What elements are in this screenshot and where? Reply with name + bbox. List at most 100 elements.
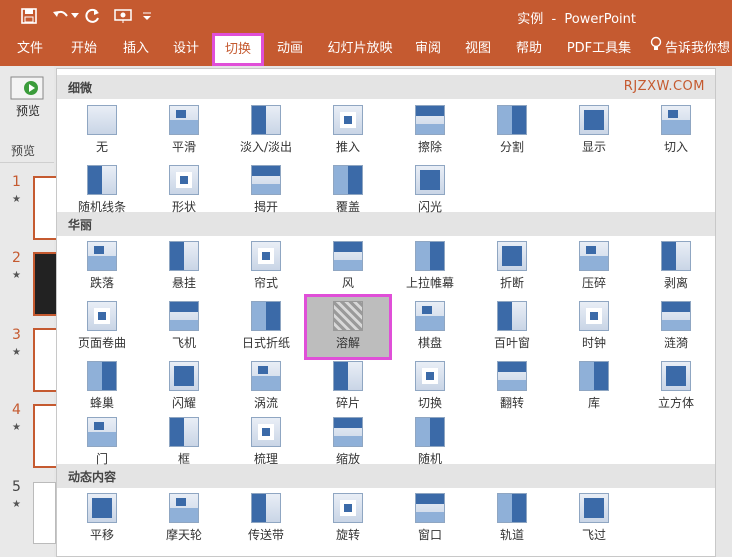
tab-home[interactable]: 开始 — [62, 33, 106, 66]
tab-slideshow[interactable]: 幻灯片放映 — [320, 33, 400, 66]
transition-label: 压碎 — [581, 276, 606, 290]
tab-animations[interactable]: 动画 — [268, 33, 312, 66]
transition-drape[interactable]: 悬挂 — [143, 237, 225, 297]
transition-flip[interactable]: 翻转 — [471, 357, 553, 417]
transition-glitter[interactable]: 闪耀 — [143, 357, 225, 417]
transition-push[interactable]: 推入 — [307, 101, 389, 161]
transition-fracture[interactable]: 折断 — [471, 237, 553, 297]
box-icon — [169, 417, 199, 447]
tab-file[interactable]: 文件 — [8, 33, 52, 66]
transition-page-curl[interactable]: 页面卷曲 — [61, 297, 143, 357]
slide-number: 2 — [12, 250, 21, 266]
transition-label: 棋盘 — [417, 336, 442, 350]
save-icon[interactable] — [18, 6, 40, 26]
transition-airplane[interactable]: 飞机 — [143, 297, 225, 357]
transition-curtains[interactable]: 帘式 — [225, 237, 307, 297]
transition-peel-off[interactable]: 剥离 — [635, 237, 717, 297]
transition-label: 折断 — [499, 276, 524, 290]
transition-dissolve[interactable]: 溶解 — [304, 294, 392, 360]
transition-honeycomb[interactable]: 蜂巢 — [61, 357, 143, 417]
undo-icon[interactable] — [50, 6, 72, 26]
transition-pan[interactable]: 平移 — [61, 489, 143, 549]
transition-label: 随机线条 — [77, 200, 126, 214]
customize-qat-icon[interactable] — [140, 6, 154, 26]
transition-flash[interactable]: 闪光 — [389, 161, 471, 221]
transition-shape[interactable]: 形状 — [143, 161, 225, 221]
slide-thumbnail[interactable] — [33, 482, 56, 544]
transition-label: 切换 — [417, 396, 442, 410]
lightbulb-icon — [650, 33, 662, 64]
title-bar: 实例 - PowerPoint — [0, 0, 732, 33]
transition-blinds[interactable]: 百叶窗 — [471, 297, 553, 357]
preview-group-label: 预览 — [11, 144, 36, 158]
tab-design[interactable]: 设计 — [164, 33, 208, 66]
tell-me-search[interactable]: 告诉我你想 — [650, 33, 732, 66]
transition-random[interactable]: 随机 — [389, 413, 471, 473]
transition-cube[interactable]: 立方体 — [635, 357, 717, 417]
transition-label: 碎片 — [335, 396, 360, 410]
slide-thumbnail[interactable] — [33, 404, 58, 468]
transition-ferris-wheel[interactable]: 摩天轮 — [143, 489, 225, 549]
transition-none[interactable]: 无 — [61, 101, 143, 161]
transition-fade[interactable]: 淡入/淡出 — [225, 101, 307, 161]
transition-label: 悬挂 — [171, 276, 196, 290]
transition-ripple[interactable]: 涟漪 — [635, 297, 717, 357]
transition-vortex[interactable]: 涡流 — [225, 357, 307, 417]
transition-conveyor[interactable]: 传送带 — [225, 489, 307, 549]
transition-box[interactable]: 框 — [143, 413, 225, 473]
preview-button[interactable]: 预览 — [6, 72, 50, 128]
transition-rotate[interactable]: 旋转 — [307, 489, 389, 549]
transition-label: 揭开 — [253, 200, 278, 214]
window-title: 实例 - PowerPoint — [517, 12, 636, 27]
present-from-start-icon[interactable] — [112, 6, 134, 26]
slide-number: 3 — [12, 327, 21, 343]
random-bars-icon — [87, 165, 117, 195]
tab-insert[interactable]: 插入 — [114, 33, 158, 66]
slide-thumbnail[interactable] — [33, 252, 58, 316]
transition-orbit[interactable]: 轨道 — [471, 489, 553, 549]
split-icon — [497, 105, 527, 135]
transition-clock[interactable]: 时钟 — [553, 297, 635, 357]
transition-random-bars[interactable]: 随机线条 — [61, 161, 143, 221]
transition-gallery[interactable]: 库 — [553, 357, 635, 417]
slide-thumbnail[interactable] — [33, 176, 58, 240]
uncover-icon — [251, 165, 281, 195]
transition-crush[interactable]: 压碎 — [553, 237, 635, 297]
transition-reveal[interactable]: 显示 — [553, 101, 635, 161]
morph-icon — [169, 105, 199, 135]
slide-number: 4 — [12, 402, 21, 418]
transition-label: 淡入/淡出 — [239, 140, 293, 154]
transition-window[interactable]: 窗口 — [389, 489, 471, 549]
transition-wipe[interactable]: 擦除 — [389, 101, 471, 161]
ferris-wheel-icon — [169, 493, 199, 523]
tab-view[interactable]: 视图 — [456, 33, 500, 66]
flip-icon — [497, 361, 527, 391]
transition-doors[interactable]: 门 — [61, 413, 143, 473]
tab-review[interactable]: 审阅 — [406, 33, 450, 66]
transition-cover[interactable]: 覆盖 — [307, 161, 389, 221]
transition-shred[interactable]: 碎片 — [307, 357, 389, 417]
tab-help[interactable]: 帮助 — [507, 33, 551, 66]
transition-origami[interactable]: 日式折纸 — [225, 297, 307, 357]
transition-switch[interactable]: 切换 — [389, 357, 471, 417]
transition-checkerboard[interactable]: 棋盘 — [389, 297, 471, 357]
redo-icon[interactable] — [82, 6, 104, 26]
transition-prestige[interactable]: 上拉帷幕 — [389, 237, 471, 297]
origami-icon — [251, 301, 281, 331]
undo-dropdown-icon[interactable] — [70, 6, 80, 26]
transition-comb[interactable]: 梳理 — [225, 413, 307, 473]
transition-uncover[interactable]: 揭开 — [225, 161, 307, 221]
transition-fly-through[interactable]: 飞过 — [553, 489, 635, 549]
random-icon — [415, 417, 445, 447]
transition-zoom[interactable]: 缩放 — [307, 413, 389, 473]
transition-morph[interactable]: 平滑 — [143, 101, 225, 161]
tab-transitions[interactable]: 切换 — [212, 33, 264, 66]
wipe-icon — [415, 105, 445, 135]
transition-star-icon: ★ — [12, 270, 21, 281]
transition-cut[interactable]: 切入 — [635, 101, 717, 161]
transition-wind[interactable]: 风 — [307, 237, 389, 297]
slide-thumbnail[interactable] — [33, 328, 58, 392]
transition-split[interactable]: 分割 — [471, 101, 553, 161]
transition-fall-over[interactable]: 跌落 — [61, 237, 143, 297]
tab-pdf-tools[interactable]: PDF工具集 — [562, 33, 636, 66]
